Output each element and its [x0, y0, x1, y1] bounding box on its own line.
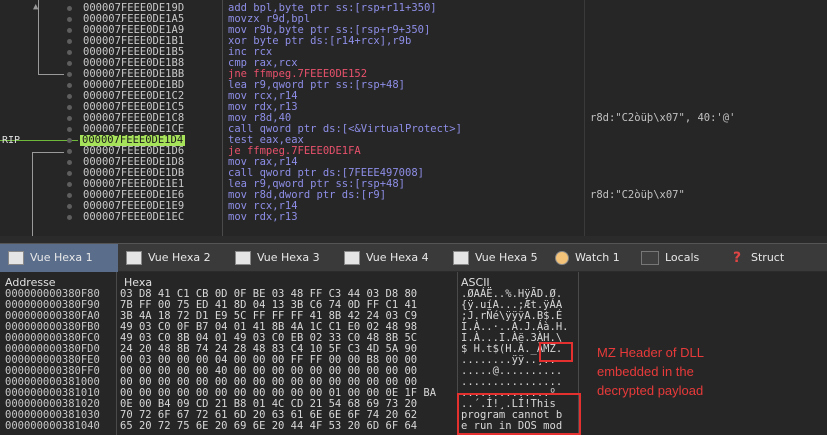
breakpoint-dot-icon[interactable] — [67, 72, 72, 77]
breakpoint-dot-icon[interactable] — [67, 39, 72, 44]
tab-label: Vue Hexa 1 — [30, 251, 93, 264]
breakpoint-dot-icon[interactable] — [67, 171, 72, 176]
tab-label: Vue Hexa 5 — [475, 251, 538, 264]
tab-vue-hexa-5[interactable]: Vue Hexa 5 — [445, 244, 547, 272]
hex-row-bytes: 65 20 72 75 6E 20 69 6E 20 44 4F 53 20 6… — [120, 420, 418, 432]
breakpoint-dot-icon[interactable] — [67, 204, 72, 209]
tab-label: Watch 1 — [575, 251, 620, 264]
tab-struct[interactable]: ? Struct — [721, 244, 827, 272]
bottom-tab-bar: Vue Hexa 1 Vue Hexa 2 Vue Hexa 3 Vue Hex… — [0, 243, 827, 272]
arrow-up-icon: ▲ — [33, 2, 39, 12]
breakpoint-dot-icon[interactable] — [67, 149, 72, 154]
breakpoint-dot-icon[interactable] — [67, 50, 72, 55]
hex-dump-icon — [344, 251, 360, 265]
jump-arrow-line — [32, 152, 64, 153]
hex-row-address: 000000000381040 — [5, 420, 100, 432]
breakpoint-dot-icon[interactable] — [67, 105, 72, 110]
breakpoint-dot-icon[interactable] — [67, 6, 72, 11]
cat-icon — [555, 251, 569, 265]
hex-dump-icon — [8, 251, 24, 265]
jump-gutter: ▲ RIP — [0, 0, 78, 236]
breakpoint-dot-icon[interactable] — [67, 193, 72, 198]
breakpoint-dot-icon[interactable] — [67, 116, 72, 121]
instruction-address: 000007FEEE0DE1EC — [83, 211, 185, 223]
instruction-text: mov rdx,r13 — [228, 211, 298, 223]
column-divider — [584, 0, 585, 236]
hex-dump-icon — [126, 251, 142, 265]
breakpoint-dot-icon[interactable] — [67, 182, 72, 187]
rip-label: RIP — [2, 135, 21, 146]
struct-icon: ? — [732, 250, 742, 266]
tab-vue-hexa-1[interactable]: Vue Hexa 1 — [0, 244, 118, 272]
tab-vue-hexa-2[interactable]: Vue Hexa 2 — [118, 244, 227, 272]
tab-locals[interactable]: Locals — [633, 244, 721, 272]
annotation-note: MZ Header of DLL embedded in the decrypt… — [597, 345, 704, 398]
column-divider — [222, 0, 223, 236]
instruction-comment: r8d:"C2òüþ\x07" — [590, 189, 685, 201]
instruction-comment: r8d:"C2òüþ\x07", 40:'@' — [590, 112, 736, 124]
tab-label: Locals — [665, 251, 700, 264]
tab-label: Vue Hexa 4 — [366, 251, 429, 264]
tab-label: Struct — [751, 251, 785, 264]
jump-arrow-line — [32, 152, 33, 236]
locals-icon — [641, 251, 659, 265]
breakpoint-dot-icon[interactable] — [67, 61, 72, 66]
hex-dump-icon — [453, 251, 469, 265]
mz-highlight-box — [539, 342, 573, 362]
breakpoint-dot-icon[interactable] — [67, 160, 72, 165]
disassembly-pane[interactable]: ▲ RIP 000007FEEE0DE19D add bpl,byte ptr s… — [0, 0, 827, 236]
breakpoint-dot-icon[interactable] — [67, 94, 72, 99]
tab-label: Vue Hexa 2 — [148, 251, 211, 264]
jump-arrow-line — [38, 74, 64, 75]
dos-stub-highlight-box — [457, 393, 581, 435]
tab-vue-hexa-3[interactable]: Vue Hexa 3 — [227, 244, 336, 272]
breakpoint-dot-icon[interactable] — [67, 17, 72, 22]
breakpoint-dot-icon[interactable] — [67, 28, 72, 33]
breakpoint-dot-icon[interactable] — [67, 127, 72, 132]
breakpoint-dot-icon[interactable] — [67, 215, 72, 220]
breakpoint-dot-icon[interactable] — [67, 138, 72, 143]
column-divider — [116, 272, 117, 435]
breakpoint-dot-icon[interactable] — [67, 83, 72, 88]
tab-label: Vue Hexa 3 — [257, 251, 320, 264]
tab-vue-hexa-4[interactable]: Vue Hexa 4 — [336, 244, 445, 272]
tab-watch-1[interactable]: Watch 1 — [547, 244, 633, 272]
hex-dump-icon — [235, 251, 251, 265]
